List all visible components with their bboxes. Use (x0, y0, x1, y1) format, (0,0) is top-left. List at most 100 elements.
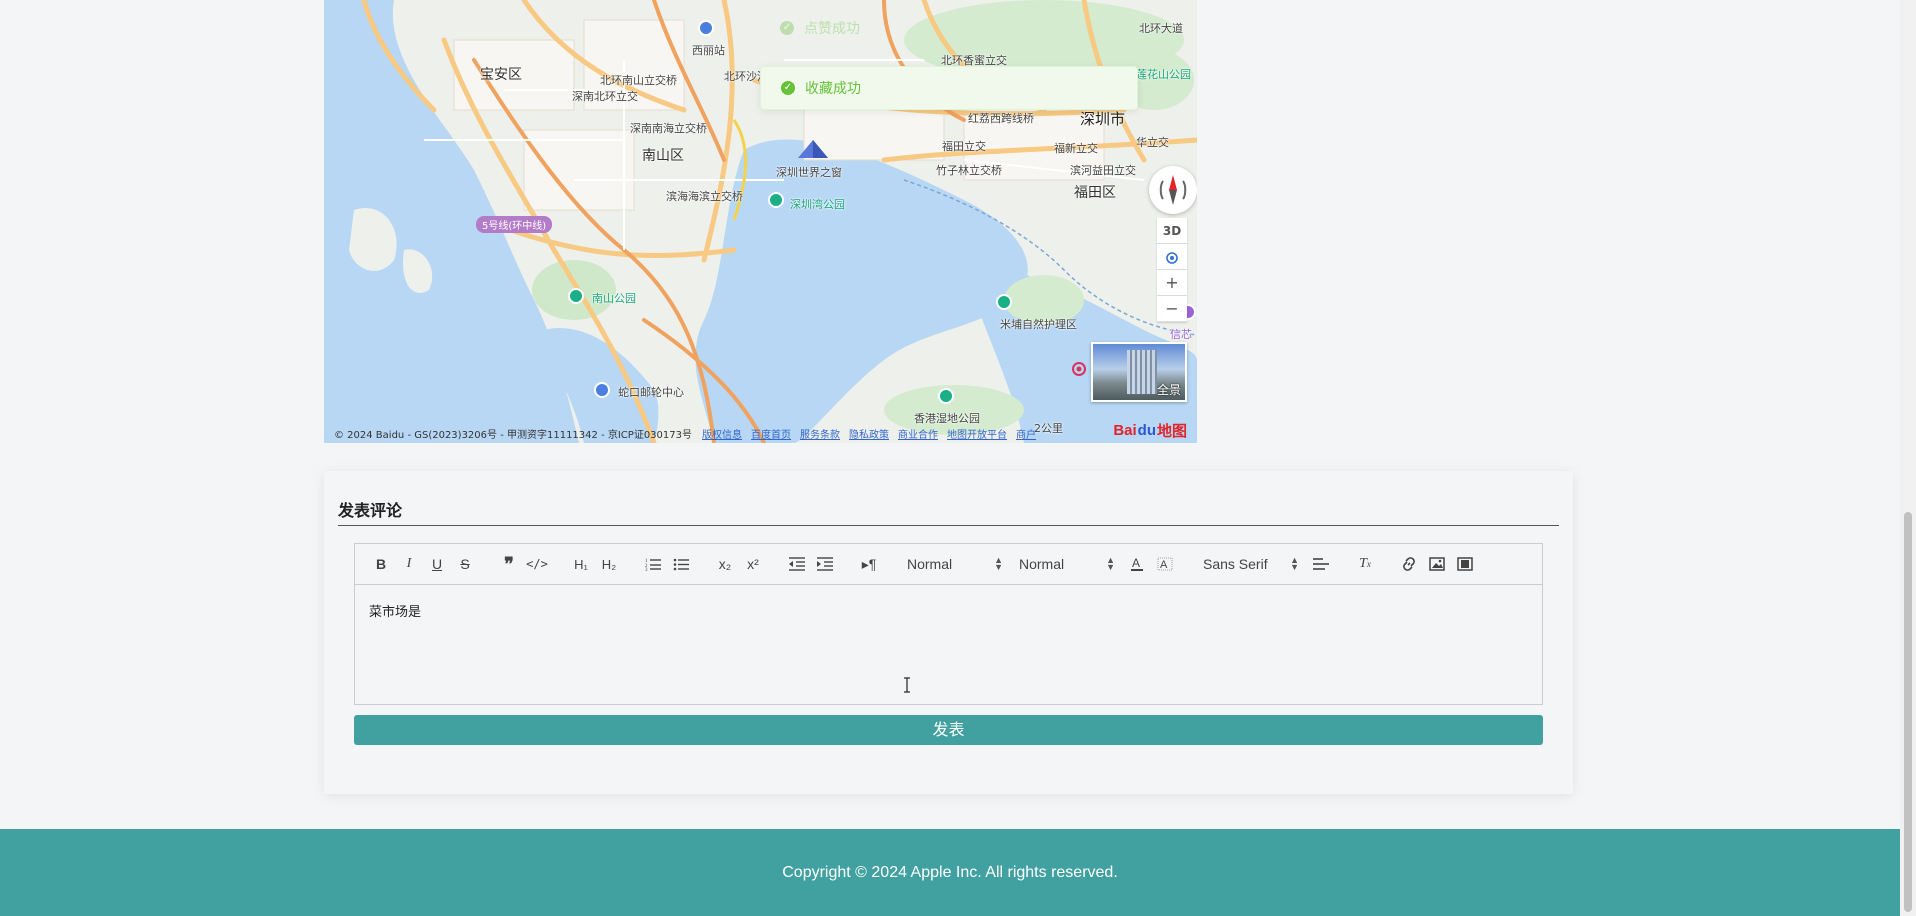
comment-card: 发表评论 B I U S ❞ </> H₁ H₂ 123 x₂ x² ▸¶ No… (324, 471, 1573, 794)
port-pin-icon[interactable] (594, 382, 610, 398)
panorama-thumbnail[interactable]: 全景 (1091, 342, 1187, 402)
header-select-value: Normal (907, 556, 953, 572)
size-select[interactable]: Normal ▲ ▼ (1011, 552, 1123, 576)
editor-toolbar: B I U S ❞ </> H₁ H₂ 123 x₂ x² ▸¶ Normal … (354, 543, 1543, 585)
map-label-xili-station: 西丽站 (692, 44, 725, 57)
comment-textarea[interactable]: 菜市场是 (354, 585, 1543, 705)
zoom-out-button[interactable]: − (1157, 296, 1187, 322)
map-attribution: © 2024 Baidu - GS(2023)3206号 - 甲测资字11111… (324, 423, 1197, 443)
map-label-mipu: 米埔自然护理区 (1000, 318, 1077, 331)
toast-fading: ✓ 点赞成功 (760, 6, 1138, 50)
align-icon[interactable] (1307, 552, 1335, 576)
map-label-futian-interchange: 福田立交 (942, 140, 986, 153)
map-copyright: © 2024 Baidu - GS(2023)3206号 - 甲测资字11111… (334, 429, 692, 441)
locate-icon[interactable] (1157, 244, 1187, 270)
map-link[interactable]: 百度首页 (751, 426, 791, 441)
map-link[interactable]: 版权信息 (702, 426, 742, 441)
font-select[interactable]: Sans Serif ▲ ▼ (1195, 552, 1307, 576)
blockquote-icon[interactable]: ❞ (495, 552, 523, 576)
text-direction-icon[interactable]: ▸¶ (855, 552, 883, 576)
divider (338, 525, 1559, 526)
map-footer-links: 版权信息 百度首页 服务条款 隐私政策 商业合作 地图开放平台 商户 (702, 426, 1036, 441)
zoom-in-button[interactable]: + (1157, 270, 1187, 296)
background-color-icon[interactable]: A (1151, 552, 1179, 576)
header-select[interactable]: Normal ▲ ▼ (899, 552, 1011, 576)
italic-icon[interactable]: I (395, 552, 423, 576)
page-scrollbar[interactable] (1900, 0, 1916, 916)
map-label-huaxin: 福新立交 (1054, 142, 1098, 155)
chevron-updown-icon: ▲ ▼ (994, 555, 1003, 572)
logo-text: du (1137, 422, 1156, 439)
code-block-icon[interactable]: </> (523, 552, 551, 576)
map-label-lianhua: 莲花山公园 (1136, 68, 1191, 81)
header-1-icon[interactable]: H₁ (567, 552, 595, 576)
text-color-icon[interactable]: A (1123, 552, 1151, 576)
header-2-icon[interactable]: H₂ (595, 552, 623, 576)
bullet-list-icon[interactable] (667, 552, 695, 576)
scrollbar-thumb[interactable] (1904, 512, 1912, 912)
submit-comment-button[interactable]: 发表 (354, 715, 1543, 745)
map-label-binhe: 滨河益田立交 (1070, 164, 1136, 177)
logo-text: Bai (1113, 422, 1137, 439)
svg-text:3: 3 (645, 568, 648, 571)
panorama-label: 全景 (1156, 383, 1181, 397)
indent-icon[interactable] (811, 552, 839, 576)
check-circle-icon: ✓ (781, 81, 795, 95)
logo-text: 地图 (1156, 423, 1187, 440)
map-label-shekou: 蛇口邮轮中心 (618, 386, 684, 399)
link-icon[interactable] (1395, 552, 1423, 576)
clear-format-icon[interactable]: Tx (1351, 552, 1379, 576)
map-label-shennan-beihuan: 深南北环立交 (572, 90, 638, 103)
map-label-shennan-nanhai: 深南南海立交桥 (630, 122, 707, 135)
chevron-updown-icon: ▲ ▼ (1290, 555, 1299, 572)
map-label-shenzhen-bay-park: 深圳湾公园 (790, 198, 845, 211)
svg-text:A: A (1132, 556, 1140, 570)
map-label-nanshan-park: 南山公园 (592, 292, 636, 305)
map-link[interactable]: 隐私政策 (849, 426, 889, 441)
underline-icon[interactable]: U (423, 552, 451, 576)
comment-text: 菜市场是 (369, 605, 422, 620)
image-icon[interactable] (1423, 552, 1451, 576)
map-link[interactable]: 服务条款 (800, 426, 840, 441)
map-label-zhuzilin: 竹子林立交桥 (936, 164, 1002, 177)
3d-toggle-button[interactable]: 3D (1157, 218, 1187, 244)
superscript-icon[interactable]: x² (739, 552, 767, 576)
size-select-value: Normal (1019, 556, 1065, 572)
success-toast: ✓ 收藏成功 (760, 66, 1138, 110)
metro-line-tag: 5号线(环中线) (476, 216, 553, 233)
location-marker-icon[interactable] (1072, 362, 1086, 376)
map-link[interactable]: 地图开放平台 (947, 426, 1007, 441)
page-footer: Copyright © 2024 Apple Inc. All rights r… (0, 829, 1900, 916)
subscript-icon[interactable]: x₂ (711, 552, 739, 576)
park-pin-icon[interactable] (996, 294, 1012, 310)
park-pin-icon[interactable] (768, 192, 784, 208)
station-icon[interactable] (698, 20, 714, 36)
outdent-icon[interactable] (783, 552, 811, 576)
toast-message: 收藏成功 (805, 81, 861, 97)
map-label-window-world: 深圳世界之窗 (776, 166, 842, 179)
strikethrough-icon[interactable]: S (451, 552, 479, 576)
ordered-list-icon[interactable]: 123 (639, 552, 667, 576)
park-pin-icon[interactable] (568, 288, 584, 304)
footer-copyright: Copyright © 2024 Apple Inc. All rights r… (782, 863, 1118, 881)
bold-icon[interactable]: B (367, 552, 395, 576)
toast-message: 点赞成功 (804, 21, 860, 37)
park-pin-icon[interactable] (938, 388, 954, 404)
text-cursor-icon (904, 677, 910, 693)
map-label-futian: 福田区 (1074, 185, 1116, 201)
map-label-beihuan-road: 北环大道 (1139, 22, 1183, 35)
map-label-hongli: 红荔西跨线桥 (968, 112, 1034, 125)
map-label-beihuan-nanshan: 北环南山立交桥 (600, 74, 677, 87)
svg-text:A: A (1160, 559, 1168, 571)
font-select-value: Sans Serif (1203, 556, 1268, 572)
compass-icon[interactable] (1149, 166, 1197, 214)
map-link[interactable]: 商户 (1016, 426, 1036, 441)
map-link[interactable]: 商业合作 (898, 426, 938, 441)
check-circle-icon: ✓ (780, 21, 794, 35)
map-label-xinxin: 信芯 (1170, 328, 1192, 341)
map-label-nanshan: 南山区 (642, 148, 684, 164)
map-label-baoan: 宝安区 (480, 67, 522, 83)
map-label-hua: 华立交 (1136, 136, 1169, 149)
comment-title: 发表评论 (338, 501, 403, 520)
video-icon[interactable] (1451, 552, 1479, 576)
